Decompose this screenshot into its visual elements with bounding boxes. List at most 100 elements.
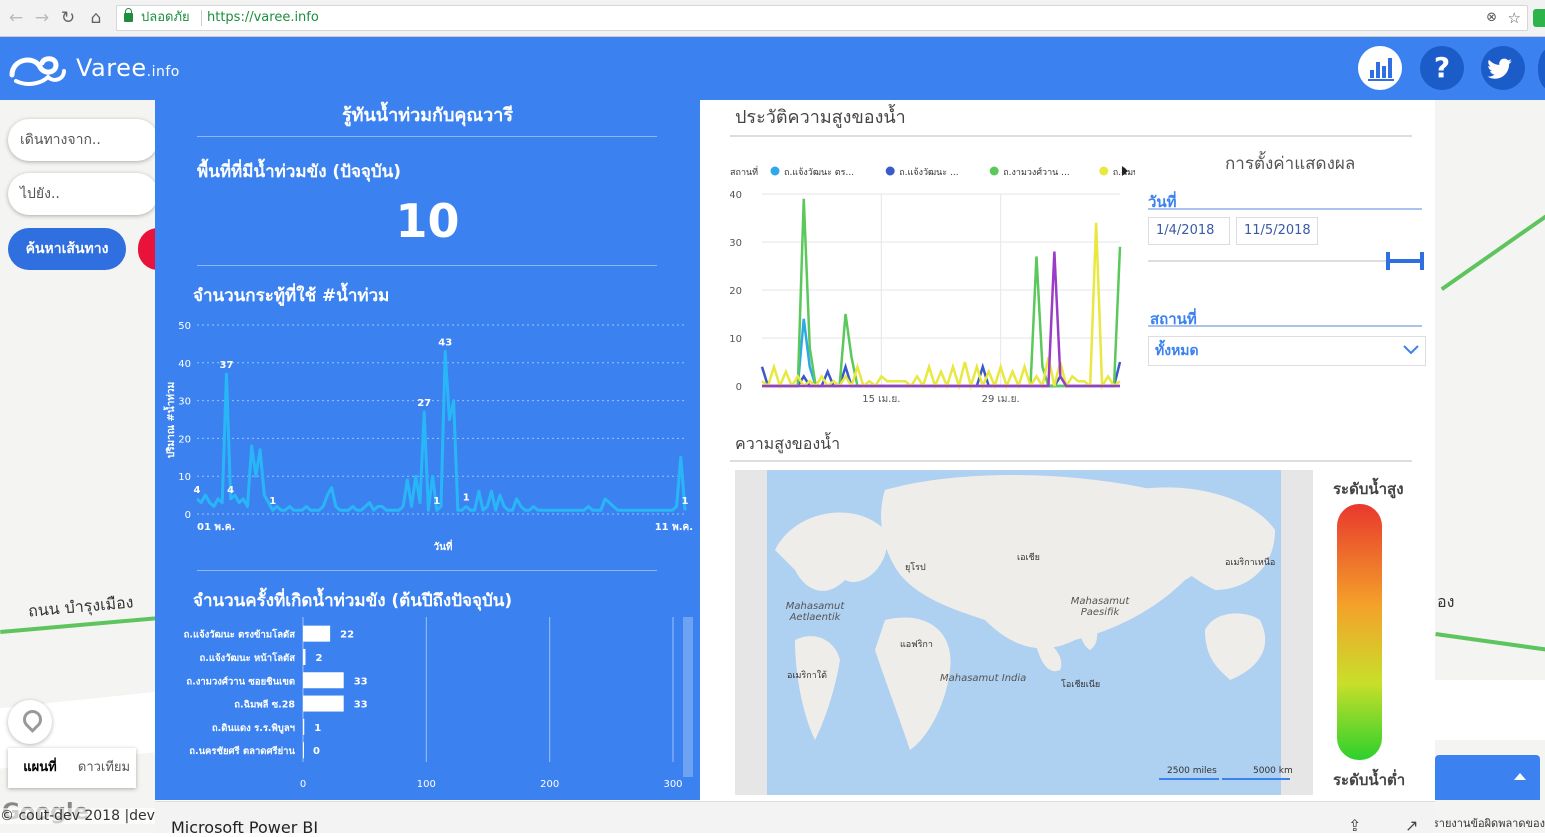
- map-label-indian: Mahasamut India: [940, 673, 1027, 684]
- star-icon[interactable]: ☆: [1508, 6, 1521, 30]
- posts-heading: จำนวนกระทู้ที่ใช้ #น้ำท่วม: [193, 286, 390, 306]
- date-label: วันที่: [1148, 193, 1177, 211]
- scale-miles: 2500 miles: [1167, 766, 1217, 776]
- y-tick-label: 30: [178, 397, 191, 408]
- bar-value-label: 33: [354, 676, 368, 687]
- date-from-input[interactable]: 1/4/2018: [1148, 217, 1230, 245]
- date-slider-handle-end[interactable]: [1420, 252, 1424, 270]
- x-tick-label: 29 เม.ย.: [982, 394, 1020, 405]
- map-label-north-america: อเมริกาเหนือ: [1225, 558, 1276, 568]
- bar-value-label: 2: [315, 653, 322, 664]
- x-tick-label: 11 พ.ค.: [655, 522, 693, 533]
- bar-value-label: 0: [313, 746, 320, 757]
- legend-entry: ถ.งามวงศ์วาน ...: [1003, 166, 1070, 178]
- bar: [303, 648, 306, 665]
- legend-marker: [1099, 166, 1109, 176]
- map-label-europe: ยุโรป: [905, 563, 926, 573]
- report-error-link[interactable]: รายงานข้อผิดพลาดของ: [1433, 814, 1545, 832]
- y-tick-label: 10: [730, 334, 742, 345]
- data-label: 4: [194, 485, 201, 496]
- help-button[interactable]: ?: [1420, 46, 1464, 90]
- flood-area-count: 10: [395, 194, 460, 248]
- history-heading: ประวัติความสูงของน้ำ: [735, 107, 906, 128]
- water-level-map[interactable]: ยุโรป เอเชีย อเมริกาเหนือ อเมริกาใต้ แอฟ…: [735, 470, 1313, 795]
- data-label: 1: [682, 496, 689, 507]
- from-input[interactable]: เดินทางจาก..: [8, 119, 158, 161]
- x-tick-label: 0: [300, 779, 306, 790]
- browser-toolbar: ← → ↻ ⌂ ปลอดภัย https://varee.info ⊗ ☆: [0, 0, 1545, 37]
- menu-button[interactable]: [1538, 49, 1545, 89]
- home-icon[interactable]: ⌂: [84, 6, 108, 30]
- forward-icon[interactable]: →: [30, 6, 54, 30]
- bar-category-label: ถ.แจ้งวัฒนะ หน้าโลตัส: [200, 652, 296, 664]
- road-label-right: อง: [1437, 592, 1455, 611]
- secure-label: ปลอดภัย: [141, 10, 190, 25]
- line-extension-icon[interactable]: [1533, 9, 1545, 27]
- search-route-button[interactable]: ค้นหาเส้นทาง: [8, 228, 126, 270]
- map-label-oceania: โอเชียเนีย: [1061, 680, 1101, 690]
- map-label-atlantic: Mahasamut Aetlaentik: [785, 601, 845, 623]
- map-label-asia: เอเชีย: [1017, 553, 1040, 563]
- history-series-line-2: [762, 198, 1122, 388]
- bar: [303, 742, 304, 759]
- back-icon[interactable]: ←: [4, 6, 28, 30]
- data-label: 1: [433, 496, 440, 507]
- data-label: 4: [227, 485, 234, 496]
- bar-value-label: 1: [314, 723, 321, 734]
- y-tick-label: 50: [178, 321, 191, 332]
- map-type-toggle: แผนที่ ดาวเทียม: [8, 748, 136, 788]
- flood-area-heading: พื้นที่ที่มีน้ำท่วมขัง (ปัจจุบัน): [197, 162, 402, 182]
- url-text: https://varee.info: [207, 10, 319, 25]
- bar: [303, 625, 331, 642]
- lock-icon: [124, 8, 133, 22]
- bar: [303, 695, 344, 712]
- x-tick-label: 01 พ.ค.: [197, 522, 235, 533]
- date-slider-track[interactable]: [1148, 260, 1422, 262]
- date-to-input[interactable]: 11/5/2018: [1236, 217, 1318, 245]
- station-label: สถานที่: [1150, 310, 1197, 328]
- expand-panel-button[interactable]: [1435, 755, 1540, 800]
- bar-category-label: ถ.ฉิมพลี ซ.28: [234, 699, 295, 711]
- posts-series-line: [195, 349, 687, 512]
- bar: [303, 718, 305, 735]
- y-tick-label: 20: [730, 286, 742, 297]
- posts-line-chart[interactable]: 0 10 20 30 40 50 01 พ.ค. 11 พ.ค. วันที่ ปริมาณ #น…: [155, 310, 700, 560]
- y-axis-label: ปริมาณ #น้ำท่วม: [163, 382, 177, 458]
- bar-category-label: ถ.แจ้งวัฒนะ ตรงข้ามโลตัส: [184, 629, 296, 641]
- brand-name: Varee.info: [76, 54, 180, 82]
- bar-category-label: ถ.งามวงศ์วาน ซอยชินเขต: [186, 675, 295, 687]
- station-dropdown[interactable]: ทั้งหมด: [1148, 336, 1426, 366]
- data-label: 1: [269, 496, 276, 507]
- to-input[interactable]: ไปยัง..: [8, 173, 158, 215]
- legend-marker: [885, 166, 895, 176]
- expand-icon[interactable]: ↗: [1405, 816, 1418, 835]
- x-tick-label: 300: [663, 779, 682, 790]
- flood-count-bar-chart[interactable]: 0 100 200 300 ถ.แจ้งวัฒนะ ตรงข้ามโลตัส 22 ถ.แจ…: [155, 612, 700, 800]
- legend-title: สถานที่: [730, 165, 758, 178]
- extension-icon[interactable]: ⊗: [1486, 6, 1497, 30]
- date-slider-handle-start[interactable]: [1386, 252, 1390, 270]
- scrollbar: [683, 617, 693, 777]
- level-heading: ความสูงของน้ำ: [735, 434, 841, 453]
- map-label-africa: แอฟริกา: [900, 640, 933, 650]
- world-map-shapes: [775, 475, 1275, 750]
- address-bar[interactable]: ปลอดภัย https://varee.info ⊗ ☆: [116, 5, 1528, 31]
- map-type-satellite[interactable]: ดาวเทียม: [72, 748, 136, 788]
- history-series-line-4: [762, 251, 1120, 388]
- data-label: 43: [438, 337, 452, 348]
- chart-button[interactable]: [1358, 46, 1402, 90]
- share-icon[interactable]: ⇪: [1348, 816, 1361, 835]
- location-pin-icon[interactable]: [8, 700, 52, 744]
- varee-logo-icon: [9, 56, 66, 86]
- reload-icon[interactable]: ↻: [56, 6, 80, 30]
- x-axis-label: วันที่: [433, 539, 452, 553]
- settings-heading: การตั้งค่าแสดงผล: [1225, 154, 1356, 174]
- water-level-gauge: [1337, 504, 1382, 760]
- twitter-button[interactable]: [1481, 46, 1525, 90]
- history-series-line-3: [761, 222, 1121, 391]
- powerbi-title: Microsoft Power BI: [171, 818, 319, 837]
- map-type-map[interactable]: แผนที่: [8, 748, 72, 788]
- date-slider-range: [1388, 259, 1422, 263]
- water-history-chart[interactable]: สถานที่ ถ.แจ้งวัฒนะ ตร... ถ.แจ้งวัฒนะ ... ถ…: [730, 158, 1135, 408]
- twitter-icon: [1487, 58, 1512, 79]
